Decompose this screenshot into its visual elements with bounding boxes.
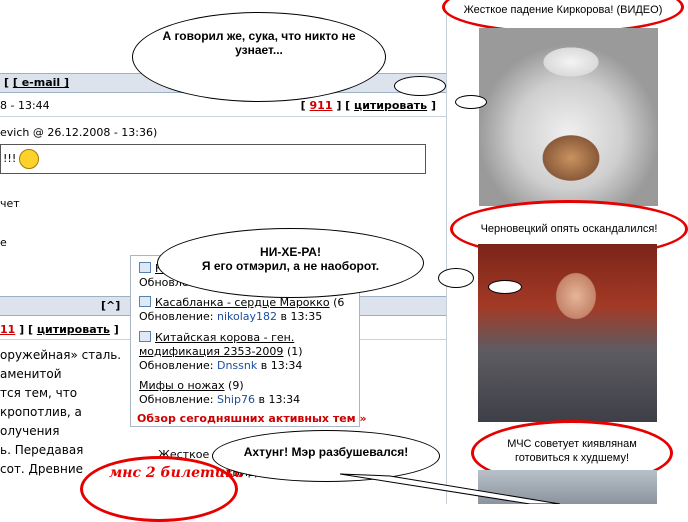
post-text-line: е — [0, 236, 7, 249]
speech-bubble-2-line1: НИ-ХЕ-РА! — [260, 245, 321, 259]
scroll-up-button[interactable]: [^] — [101, 299, 120, 312]
speech-bubble-3-text: Ахтунг! Мэр разбушевался! — [243, 445, 409, 459]
topic-link[interactable]: Касабланка - сердце Марокко — [155, 296, 330, 309]
body-line: аменитой — [0, 367, 62, 381]
topic-time: в 13:34 — [258, 393, 301, 406]
thought-dot — [455, 95, 487, 109]
quote-link[interactable]: цитировать — [37, 323, 110, 336]
post-body: оружейная» сталь. аменитой тся тем, что … — [0, 346, 128, 479]
topic-link[interactable]: Мифы о ножах — [139, 379, 225, 392]
topic-time: в 13:35 — [280, 310, 323, 323]
smiley-icon — [19, 149, 39, 169]
thought-dot — [488, 280, 522, 294]
topic-item: Касабланка - сердце Марокко (6 Обновлени… — [139, 296, 344, 324]
quote-author: evich @ 26.12.2008 - 13:36) — [0, 126, 158, 139]
body-line: оружейная» сталь. — [0, 348, 122, 362]
post-text-line: чет — [0, 197, 20, 210]
topic-user[interactable]: Dnssnk — [217, 359, 257, 372]
topic-user[interactable]: nikolay182 — [217, 310, 277, 323]
quote-box: !!! — [0, 144, 426, 174]
post-number-link[interactable]: 11 — [0, 323, 15, 336]
quote-link[interactable]: цитировать — [354, 99, 427, 112]
email-link[interactable]: [ [ e-mail ] — [4, 76, 69, 89]
topic-link[interactable]: Китайская корова - ген. модификация 2353… — [139, 331, 294, 358]
topic-count: (6 — [333, 296, 345, 309]
topic-count: (1) — [286, 345, 303, 358]
message-icon — [139, 296, 151, 307]
topic-updated: Обновление: — [139, 310, 214, 323]
topic-time: в 13:34 — [260, 359, 303, 372]
message-icon — [139, 262, 151, 273]
speech-bubble-2-line2: Я его отмэрил, а не наоборот. — [201, 259, 380, 273]
kirkorov-photo[interactable] — [479, 28, 658, 206]
body-line: кропотлив, а — [0, 405, 82, 419]
active-topics-overview-link[interactable]: Обзор сегодняшних активных тем » — [137, 412, 367, 426]
topic-item: Мифы о ножах (9) Обновление: Ship76 в 13… — [139, 379, 300, 407]
quote-text: !!! — [3, 152, 17, 165]
thought-dot — [438, 268, 474, 288]
speech-bubble-1: А говорил же, сука, что никто не узнает.… — [132, 12, 386, 102]
speech-bubble-1-text: А говорил же, сука, что никто не узнает.… — [162, 29, 356, 57]
topic-count: (9) — [228, 379, 244, 392]
topic-updated: Обновление: — [139, 359, 214, 372]
message-icon — [139, 331, 151, 342]
post-number-link[interactable]: 911 — [310, 99, 333, 112]
thought-dot — [394, 76, 446, 96]
red-stamp: мнс 2 билетика — [80, 456, 244, 522]
speech-bubble-3-tail — [339, 473, 561, 504]
post-time: 8 - 13:44 — [0, 99, 50, 112]
speech-bubble-2: НИ-ХЕ-РА! Я его отмэрил, а не наоборот. — [157, 228, 424, 298]
body-line: олучения — [0, 424, 60, 438]
post-actions: [ 911 ] [ цитировать ] — [300, 99, 436, 112]
second-post-actions: 11 ] [ цитировать ] — [0, 323, 119, 336]
body-line: тся тем, что — [0, 386, 78, 400]
mayor-photo[interactable] — [478, 244, 657, 422]
body-line: ь. Передавая — [0, 443, 84, 457]
headline-3[interactable]: МЧС советует киявлянам готовиться к худш… — [484, 437, 660, 465]
topic-item: Китайская корова - ген. модификация 2353… — [139, 331, 354, 373]
topic-updated: Обновление: — [139, 393, 214, 406]
headline-1[interactable]: Жесткое падение Киркорова! (ВИДЕО) — [445, 3, 681, 17]
topic-user[interactable]: Ship76 — [217, 393, 255, 406]
headline-2[interactable]: Черновецкий опять оскандалился! — [453, 222, 685, 236]
